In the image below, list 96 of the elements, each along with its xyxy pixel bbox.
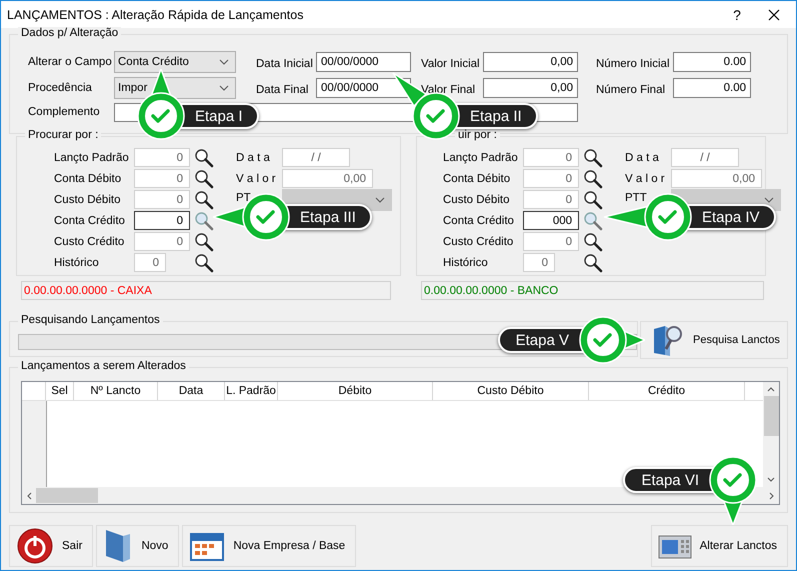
close-icon[interactable]	[768, 8, 780, 20]
field-label: Conta Débito	[54, 172, 122, 184]
field-label: Custo Crédito	[443, 236, 514, 248]
search-icon[interactable]	[583, 232, 603, 252]
chevron-icon	[764, 196, 774, 202]
search-icon[interactable]	[583, 252, 603, 272]
group-legend: Procurar por :	[25, 129, 102, 141]
field-label: Número Inicial	[596, 57, 670, 70]
search-icon[interactable]	[583, 148, 603, 168]
input-field[interactable]: 00/00/0000	[316, 52, 411, 72]
field-label: Número Final	[596, 83, 666, 96]
field-label: Conta Crédito	[443, 214, 515, 226]
column-header[interactable]: Sel	[46, 382, 74, 400]
input-field[interactable]: 000	[523, 211, 579, 230]
input-field[interactable]: 0,00	[671, 169, 762, 188]
input-field[interactable]: 0	[134, 148, 190, 167]
scroll-thumb[interactable]	[764, 396, 778, 436]
input-field[interactable]: 0.00	[673, 52, 751, 72]
toolbar-button[interactable]: Alterar Lanctos	[650, 525, 788, 567]
horizontal-scrollbar[interactable]	[22, 487, 779, 504]
column-header[interactable]: L. Padrão	[225, 382, 278, 400]
field-label: Lançto Padrão	[54, 152, 130, 164]
input-field[interactable]: 0	[134, 232, 190, 251]
power-icon	[16, 528, 54, 564]
scroll-right-icon[interactable]	[769, 492, 775, 500]
input-field[interactable]: 00/00/0000	[316, 78, 411, 98]
input-field[interactable]: 0	[523, 169, 579, 188]
search-entries-button[interactable]: Pesquisa Lanctos	[640, 321, 788, 359]
field-label: Complemento	[28, 106, 101, 118]
input-field[interactable]: 0	[134, 211, 190, 230]
input-field[interactable]: 0	[523, 253, 555, 272]
column-header[interactable]: Nº Lancto	[74, 382, 158, 400]
scroll-down-icon[interactable]	[767, 477, 775, 483]
field-label: Valor Inicial	[421, 57, 481, 70]
search-icon[interactable]	[583, 168, 603, 188]
field-label: Custo Crédito	[54, 236, 126, 248]
search-icon[interactable]	[194, 232, 214, 252]
field-label: Conta Débito	[443, 172, 512, 184]
field-label: V a l o r	[625, 172, 666, 184]
field-label: Custo Débito	[54, 194, 122, 206]
book-search-icon	[651, 323, 685, 357]
input-field[interactable]: 0,00	[282, 169, 373, 188]
field-label: Valor Final	[421, 83, 476, 96]
input-field[interactable]: 0	[523, 190, 579, 209]
input-field[interactable]: 0	[134, 253, 166, 272]
input-field[interactable]: 0	[134, 190, 190, 209]
field-label: PTT	[625, 192, 648, 204]
column-header[interactable]: Data	[158, 382, 225, 400]
field-label: D a t a	[236, 152, 271, 164]
group-legend: Dados p/ Alteração	[18, 27, 122, 39]
input-field[interactable]: 0.00	[673, 78, 751, 98]
account-display: 0.00.00.00.0000 - CAIXA	[21, 281, 391, 300]
field-label: D a t a	[625, 152, 660, 164]
column-header[interactable]: Crédito	[589, 382, 745, 400]
toolbar-button[interactable]: Nova Empresa / Base	[182, 525, 356, 567]
field-label: V a l o r	[236, 172, 277, 184]
search-icon[interactable]	[194, 190, 214, 210]
field-label: Procedência	[28, 82, 93, 94]
column-header[interactable]: Débito	[278, 382, 433, 400]
input-field[interactable]: 0,00	[483, 52, 578, 72]
search-icon[interactable]	[194, 252, 214, 272]
search-icon[interactable]	[583, 190, 603, 210]
date-field[interactable]: / /	[282, 148, 350, 167]
window-title: LANÇAMENTOS : Alteração Rápida de Lançamentos	[7, 8, 304, 22]
scroll-left-icon[interactable]	[26, 492, 32, 500]
dropdown[interactable]: Conta Crédito	[114, 51, 236, 73]
input-field[interactable]: 0	[523, 148, 579, 167]
chevron-icon	[219, 85, 229, 91]
vertical-scrollbar[interactable]	[763, 382, 779, 487]
field-label: Conta Crédito	[54, 214, 126, 226]
check-pointer-tooltip	[579, 316, 645, 364]
chevron-icon	[219, 59, 229, 65]
input-field[interactable]: 0	[523, 232, 579, 251]
account-display: 0.00.00.00.0000 - BANCO	[421, 281, 764, 300]
input-field[interactable]: 0	[134, 169, 190, 188]
scroll-up-icon[interactable]	[767, 386, 775, 392]
field-label: Lançto Padrão	[443, 152, 519, 164]
toolbar-button[interactable]: Novo	[96, 525, 180, 567]
group-legend: Lançamentos a serem Alterados	[18, 360, 189, 372]
field-label: Histórico	[54, 256, 100, 268]
group-legend: Pesquisando Lançamentos	[18, 314, 163, 326]
chevron-icon	[375, 196, 385, 202]
field-label: PT	[236, 192, 252, 204]
column-header[interactable]: Custo Débito	[433, 382, 589, 400]
field-label: Alterar o Campo	[28, 56, 113, 68]
date-field[interactable]: / /	[671, 148, 739, 167]
input-field[interactable]: 0,00	[483, 78, 578, 98]
search-icon[interactable]	[194, 168, 214, 188]
field-label: Custo Débito	[443, 194, 510, 206]
toolbar-button[interactable]: Sair	[9, 525, 94, 567]
help-button[interactable]: ?	[722, 6, 752, 22]
search-icon[interactable]	[194, 148, 214, 168]
field-label: Histórico	[443, 256, 489, 268]
field-label: Data Inicial	[256, 57, 314, 70]
field-label: Data Final	[256, 83, 310, 96]
scroll-thumb[interactable]	[36, 488, 98, 503]
